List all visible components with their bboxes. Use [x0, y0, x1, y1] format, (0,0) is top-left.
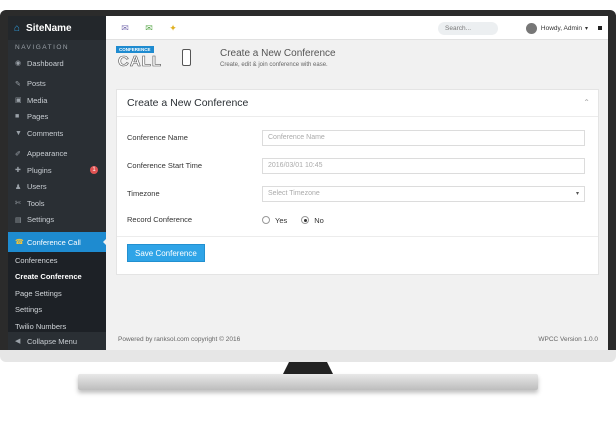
avatar: [525, 23, 537, 34]
sidebar-item-conference-call[interactable]: ☎ Conference Call: [8, 232, 107, 252]
sidebar-item-users[interactable]: ♟ Users: [8, 179, 106, 196]
submenu-item-settings[interactable]: Settings: [8, 301, 106, 318]
sidebar-item-label: Appearance: [27, 149, 68, 159]
logo-text: CALL: [118, 53, 162, 71]
phone-icon: ☎: [15, 239, 24, 246]
page-subtitle: Create, edit & join conference with ease…: [220, 62, 328, 68]
dropdown-arrow-icon: ▾: [575, 191, 579, 197]
monitor-neck: [283, 362, 333, 374]
page-icon: ■: [15, 113, 20, 121]
sidebar-item-label: Media: [27, 95, 48, 105]
submenu-item-conferences[interactable]: Conferences: [8, 252, 106, 269]
sidebar-item-label: Pages: [27, 112, 49, 122]
sidebar-item-label: Posts: [27, 79, 46, 89]
start-time-input[interactable]: 2016/03/01 10:45: [262, 158, 585, 174]
page-title: Create a New Conference: [220, 48, 336, 59]
user-icon: ♟: [15, 183, 22, 191]
record-radio-group: Yes No: [262, 212, 338, 228]
footer-version: WPCC Version 1.0.0: [538, 336, 598, 343]
sidebar-item-plugins[interactable]: ✚ Plugins 1: [8, 162, 106, 179]
sidebar-item-posts[interactable]: ✎ Posts: [8, 76, 106, 93]
site-name: SiteName: [26, 22, 72, 34]
phone-icon: [182, 49, 191, 66]
record-no-radio[interactable]: [301, 216, 310, 224]
house-icon: ⌂: [14, 22, 21, 34]
collapse-menu-label: Collapse Menu: [27, 336, 78, 346]
page-header: CONFERENCE CALL Create a New Conference …: [106, 40, 608, 78]
pin-icon: ✎: [15, 80, 21, 88]
conference-call-logo: CONFERENCE CALL: [116, 46, 198, 72]
updates-icon[interactable]: ✉: [118, 22, 132, 34]
chevron-down-icon: ▾: [584, 26, 588, 32]
panel-divider: [117, 236, 598, 237]
timezone-row: Timezone Select Timezone ▾: [117, 186, 600, 202]
screen: ⌂ SiteName NAVIGATION ◉ Dashboard ✎ Post…: [8, 16, 608, 350]
save-conference-button[interactable]: Save Conference: [127, 244, 205, 262]
submenu-item-label: Conferences: [15, 255, 58, 265]
create-conference-panel: Create a New Conference ⌃ Conference Nam…: [116, 89, 599, 275]
wrench-icon: ✄: [15, 200, 21, 208]
sidebar-item-label: Tools: [27, 198, 45, 208]
user-account-menu[interactable]: Howdy, Admin ▾: [525, 22, 588, 35]
sidebar-item-label: Users: [27, 182, 47, 192]
submenu-item-create-conference[interactable]: Create Conference: [8, 268, 106, 285]
timezone-select[interactable]: Select Timezone ▾: [262, 186, 585, 202]
media-icon: ▣: [15, 97, 22, 105]
sidebar-item-settings[interactable]: ▤ Settings: [8, 212, 106, 229]
search-input[interactable]: Search...: [438, 22, 498, 35]
top-bar: ✉ ✉ ✦ Search... Howdy, Admin ▾: [106, 16, 608, 40]
sidebar-item-appearance[interactable]: ✐ Appearance: [8, 146, 106, 163]
submenu-item-label: Create Conference: [15, 272, 82, 282]
comment-icon: ▼: [15, 129, 22, 137]
panel-header: Create a New Conference ⌃: [117, 90, 598, 117]
record-yes-radio[interactable]: [262, 216, 270, 224]
settings-icon: ▤: [15, 216, 22, 224]
dashboard-icon: ◉: [15, 60, 22, 68]
timezone-select-value: Select Timezone: [268, 190, 320, 197]
record-yes-label: Yes: [275, 215, 288, 225]
greeting-text: Howdy, Admin: [540, 25, 582, 32]
collapse-panel-icon[interactable]: ⌃: [583, 98, 590, 107]
footer-copyright: Powered by ranksol.com copyright © 2016: [118, 336, 241, 343]
sidebar-item-label: Dashboard: [27, 58, 64, 68]
sidebar-item-label: Comments: [27, 128, 64, 138]
sidebar: ⌂ SiteName NAVIGATION ◉ Dashboard ✎ Post…: [8, 16, 107, 350]
sidebar-item-label: Plugins: [27, 165, 52, 175]
sidebar-item-dashboard[interactable]: ◉ Dashboard: [8, 55, 106, 72]
notify-icon[interactable]: ✦: [166, 22, 180, 34]
sidebar-item-pages[interactable]: ■ Pages: [8, 109, 106, 126]
conference-name-input[interactable]: Conference Name: [262, 130, 585, 146]
sidebar-item-media[interactable]: ▣ Media: [8, 92, 106, 109]
start-time-row: Conference Start Time 2016/03/01 10:45: [117, 158, 600, 174]
start-time-label: Conference Start Time: [127, 161, 203, 170]
sidebar-item-comments[interactable]: ▼ Comments: [8, 125, 106, 142]
sidebar-item-tools[interactable]: ✄ Tools: [8, 195, 106, 212]
submenu-item-label: Twilio Numbers: [15, 321, 67, 331]
comments-icon[interactable]: ✉: [142, 22, 156, 34]
logo-label: CONFERENCE: [116, 46, 154, 53]
plug-icon: ✚: [15, 167, 21, 175]
site-brand[interactable]: ⌂ SiteName: [8, 16, 106, 40]
plugins-update-badge: 1: [90, 166, 98, 175]
record-no-label: No: [314, 215, 324, 225]
sidebar-item-label: Conference Call: [27, 237, 81, 247]
collapse-menu-button[interactable]: ◀ Collapse Menu: [8, 332, 106, 350]
conference-name-row: Conference Name Conference Name: [117, 130, 600, 146]
record-conference-label: Record Conference: [127, 215, 193, 224]
timezone-label: Timezone: [127, 189, 160, 198]
brush-icon: ✐: [15, 150, 21, 158]
navigation-label: NAVIGATION: [15, 44, 70, 51]
screen-options-icon[interactable]: [598, 26, 602, 30]
monitor-bezel-bottom: [0, 350, 616, 362]
record-conference-row: Record Conference Yes No: [117, 212, 600, 228]
conference-name-label: Conference Name: [127, 133, 188, 142]
sidebar-item-label: Settings: [27, 215, 55, 225]
monitor-stand: [78, 374, 538, 390]
submenu-item-page-settings[interactable]: Page Settings: [8, 285, 106, 302]
submenu-item-label: Settings: [15, 305, 43, 315]
collapse-icon: ◀: [15, 338, 21, 345]
submenu-item-label: Page Settings: [15, 288, 62, 298]
panel-title: Create a New Conference: [127, 97, 249, 109]
